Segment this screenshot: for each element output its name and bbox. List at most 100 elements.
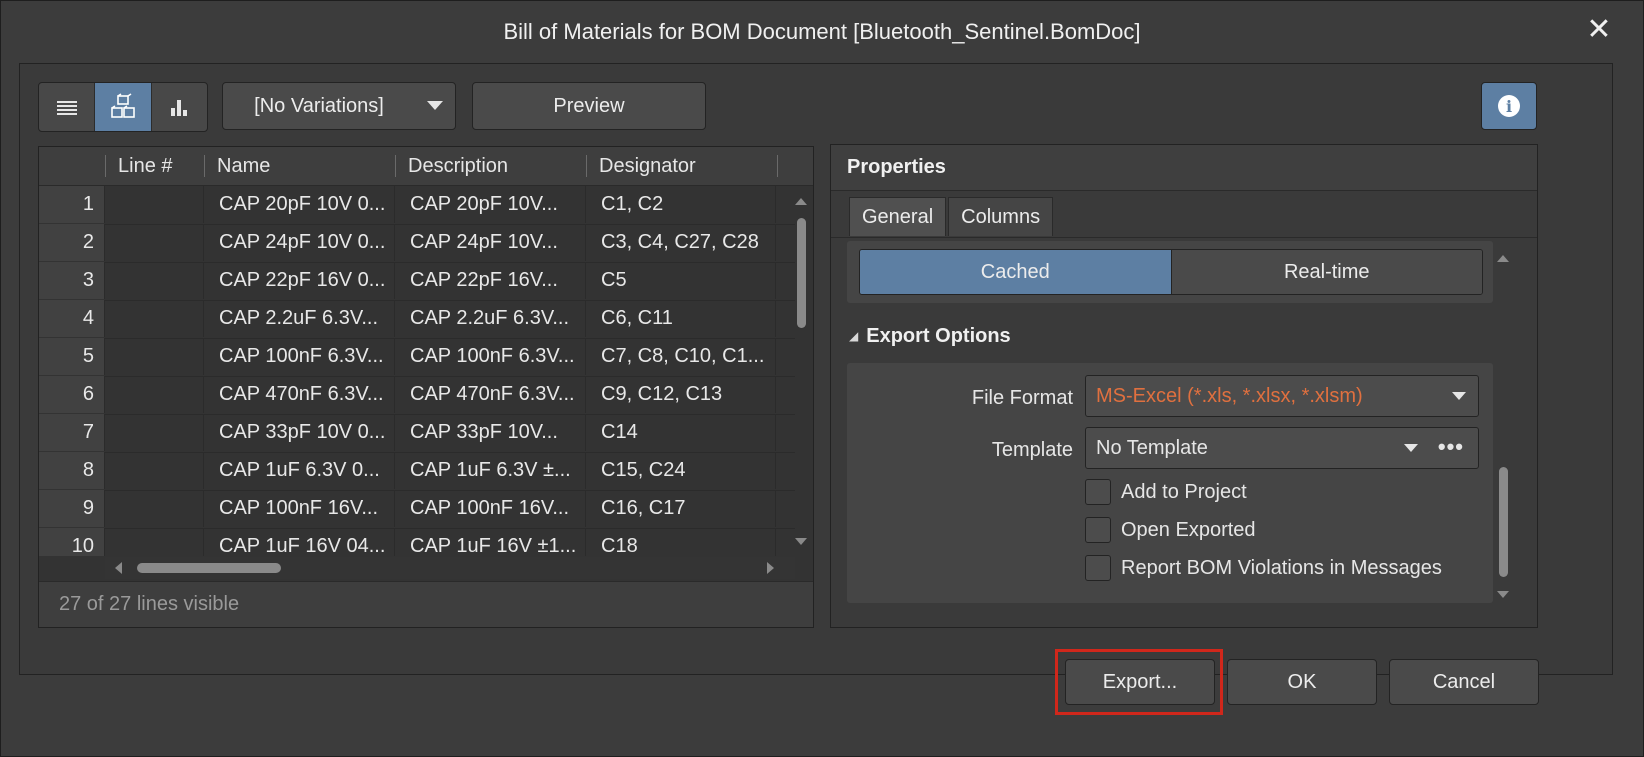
scroll-right-icon[interactable] — [767, 562, 774, 574]
export-options-label: Export Options — [866, 324, 1011, 347]
cell-description: CAP 24pF 10V... — [395, 224, 586, 261]
cell-description: CAP 2.2uF 6.3V... — [395, 300, 586, 337]
column-header-description[interactable]: Description — [408, 147, 508, 185]
grid-vertical-scrollbar[interactable] — [791, 186, 811, 554]
table-row[interactable]: 6 CAP 470nF 6.3V... CAP 470nF 6.3V... C9… — [39, 376, 795, 415]
cell-line — [106, 262, 204, 299]
cell-line — [106, 376, 204, 413]
scroll-down-icon[interactable] — [795, 538, 807, 545]
cell-description: CAP 20pF 10V... — [395, 186, 586, 223]
cell-name: CAP 1uF 16V 04... — [204, 528, 395, 556]
table-row[interactable]: 8 CAP 1uF 6.3V 0... CAP 1uF 6.3V ±... C1… — [39, 452, 795, 491]
bom-grid: Line # Name Description Designator 1 CAP… — [38, 146, 814, 628]
report-violations-checkbox[interactable]: Report BOM Violations in Messages — [1085, 555, 1442, 581]
chevron-down-icon — [1404, 444, 1418, 452]
cell-description: CAP 100nF 16V... — [395, 490, 586, 527]
chart-view-icon — [171, 100, 188, 116]
properties-title: Properties — [831, 145, 1537, 191]
cell-line — [106, 338, 204, 375]
row-number: 6 — [39, 376, 105, 413]
info-icon: i — [1498, 95, 1520, 117]
scroll-thumb[interactable] — [797, 218, 806, 328]
open-exported-checkbox[interactable]: Open Exported — [1085, 517, 1256, 543]
table-row[interactable]: 7 CAP 33pF 10V 0... CAP 33pF 10V... C14 — [39, 414, 795, 453]
table-row[interactable]: 10 CAP 1uF 16V 04... CAP 1uF 16V ±1... C… — [39, 528, 795, 556]
close-icon[interactable]: ✕ — [1579, 9, 1619, 49]
cell-designator: C15, C24 — [586, 452, 776, 489]
variations-dropdown[interactable]: [No Variations] — [222, 82, 456, 130]
properties-scrollbar[interactable] — [1493, 241, 1513, 607]
scroll-down-icon[interactable] — [1497, 591, 1509, 598]
scroll-thumb[interactable] — [1499, 467, 1508, 577]
cell-line — [106, 490, 204, 527]
column-header-line[interactable]: Line # — [118, 147, 173, 185]
template-label: Template — [991, 439, 1073, 461]
chevron-down-icon — [427, 101, 443, 110]
checkbox-box[interactable] — [1085, 555, 1111, 581]
cell-name: CAP 24pF 10V 0... — [204, 224, 395, 261]
cell-designator: C6, C11 — [586, 300, 776, 337]
more-options-icon[interactable]: ••• — [1438, 434, 1464, 460]
file-format-dropdown[interactable]: MS-Excel (*.xls, *.xlsx, *.xlsm) — [1085, 375, 1479, 417]
dialog-title: Bill of Materials for BOM Document [Blue… — [503, 19, 1141, 44]
column-header-name[interactable]: Name — [217, 147, 270, 185]
table-row[interactable]: 2 CAP 24pF 10V 0... CAP 24pF 10V... C3, … — [39, 224, 795, 263]
cell-line — [106, 414, 204, 451]
table-row[interactable]: 3 CAP 22pF 16V 0... CAP 22pF 16V... C5 — [39, 262, 795, 301]
cell-line — [106, 300, 204, 337]
scroll-thumb[interactable] — [137, 563, 281, 573]
properties-content: Cached Real-time ◢ Export Options File F… — [847, 241, 1515, 619]
cell-name: CAP 22pF 16V 0... — [204, 262, 395, 299]
info-button[interactable]: i — [1481, 82, 1537, 130]
checkbox-box[interactable] — [1085, 517, 1111, 543]
chevron-down-icon — [1452, 392, 1466, 400]
cancel-button[interactable]: Cancel — [1389, 659, 1539, 705]
collapse-arrow-icon: ◢ — [849, 329, 859, 343]
properties-panel: Properties General Columns Cached Real-t… — [830, 144, 1538, 628]
cell-designator: C3, C4, C27, C28 — [586, 224, 776, 261]
cell-line — [106, 224, 204, 261]
cell-name: CAP 470nF 6.3V... — [204, 376, 395, 413]
table-row[interactable]: 1 CAP 20pF 10V 0... CAP 20pF 10V... C1, … — [39, 186, 795, 225]
cell-designator: C1, C2 — [586, 186, 776, 223]
cell-description: CAP 22pF 16V... — [395, 262, 586, 299]
cell-designator: C5 — [586, 262, 776, 299]
checkbox-label: Report BOM Violations in Messages — [1121, 556, 1442, 579]
scroll-up-icon[interactable] — [1497, 255, 1509, 262]
cube-view-button[interactable] — [95, 83, 152, 131]
row-number: 1 — [39, 186, 105, 223]
preview-button[interactable]: Preview — [472, 82, 706, 130]
cell-designator: C9, C12, C13 — [586, 376, 776, 413]
view-mode-switcher — [38, 82, 208, 132]
table-row[interactable]: 9 CAP 100nF 16V... CAP 100nF 16V... C16,… — [39, 490, 795, 529]
checkbox-label: Add to Project — [1121, 480, 1247, 503]
ok-button[interactable]: OK — [1227, 659, 1377, 705]
column-header-designator[interactable]: Designator — [599, 147, 696, 185]
list-view-button[interactable] — [39, 83, 96, 131]
table-row[interactable]: 4 CAP 2.2uF 6.3V... CAP 2.2uF 6.3V... C6… — [39, 300, 795, 339]
add-to-project-checkbox[interactable]: Add to Project — [1085, 479, 1247, 505]
tab-general[interactable]: General — [849, 197, 947, 236]
checkbox-box[interactable] — [1085, 479, 1111, 505]
grid-rows: 1 CAP 20pF 10V 0... CAP 20pF 10V... C1, … — [39, 186, 813, 556]
row-number: 9 — [39, 490, 105, 527]
realtime-option[interactable]: Real-time — [1171, 250, 1482, 294]
row-number: 4 — [39, 300, 105, 337]
source-toggle: Cached Real-time — [859, 249, 1483, 295]
export-options-header[interactable]: ◢ Export Options — [849, 321, 1011, 351]
tab-columns[interactable]: Columns — [948, 197, 1054, 236]
file-format-label: File Format — [971, 387, 1073, 409]
grid-horizontal-scrollbar[interactable] — [105, 557, 795, 579]
scroll-up-icon[interactable] — [795, 198, 807, 205]
table-row[interactable]: 5 CAP 100nF 6.3V... CAP 100nF 6.3V... C7… — [39, 338, 795, 377]
cube-view-icon — [111, 93, 135, 118]
cell-name: CAP 20pF 10V 0... — [204, 186, 395, 223]
checkbox-label: Open Exported — [1121, 518, 1256, 541]
scroll-left-icon[interactable] — [115, 562, 122, 574]
cell-line — [106, 186, 204, 223]
cached-option[interactable]: Cached — [860, 250, 1172, 294]
row-number: 10 — [39, 528, 105, 556]
template-dropdown[interactable]: No Template ••• — [1085, 427, 1479, 469]
cell-name: CAP 100nF 6.3V... — [204, 338, 395, 375]
chart-view-button[interactable] — [152, 83, 207, 131]
